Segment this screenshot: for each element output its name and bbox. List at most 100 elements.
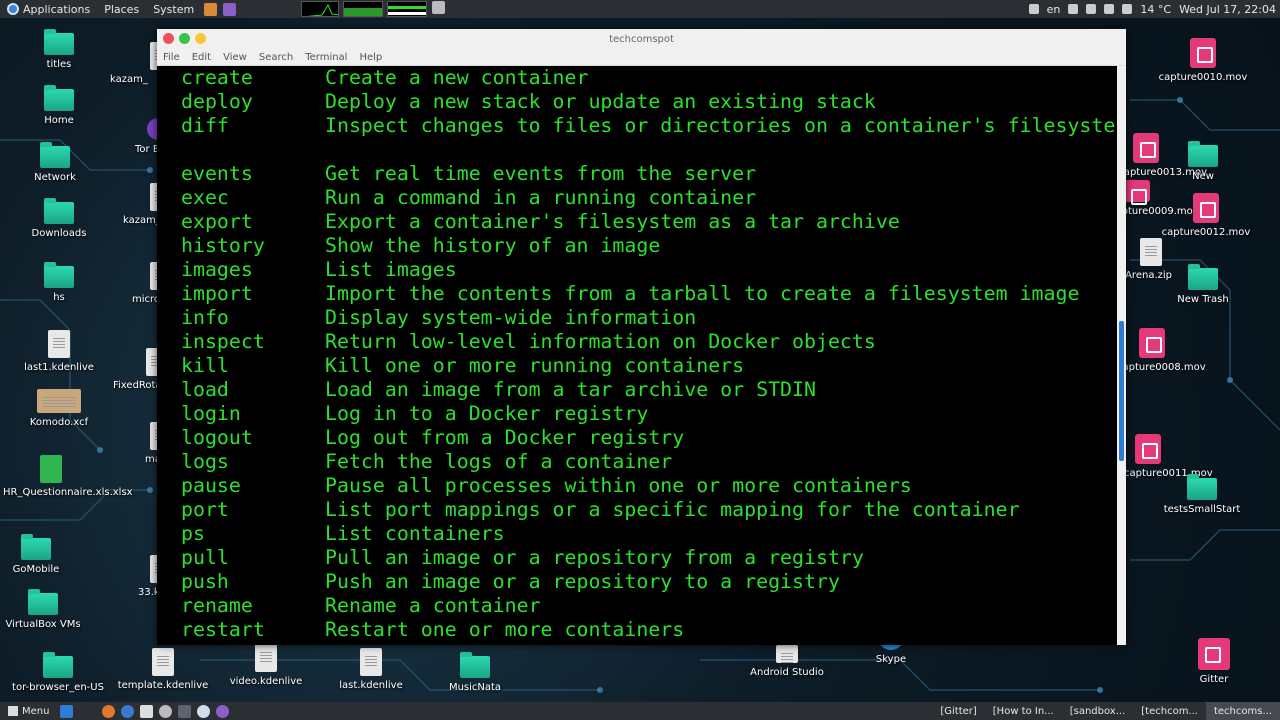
desktop-icon[interactable]: Downloads [11, 198, 107, 239]
keyboard-icon[interactable] [1028, 4, 1039, 14]
terminal-output[interactable]: create Create a new container deploy Deploy… [157, 66, 1126, 645]
system-tray: en 14 °C Wed Jul 17, 22:04 [1028, 3, 1280, 16]
menu-file[interactable]: File [163, 52, 180, 63]
files-icon[interactable] [140, 704, 154, 718]
desktop-icon[interactable]: video.kdenlive [218, 644, 314, 687]
folder-icon [44, 262, 74, 288]
desktop-icon[interactable]: MusicNata [427, 652, 523, 693]
menu-help[interactable]: Help [359, 52, 382, 63]
language-indicator[interactable]: en [1047, 3, 1061, 16]
task-terminal-active[interactable]: techcoms... [1205, 702, 1280, 720]
tor-launcher-icon[interactable] [223, 2, 237, 16]
desktop-icon[interactable]: GoMobile [0, 534, 84, 575]
command-name: history [181, 234, 265, 257]
menu-edit[interactable]: Edit [192, 52, 211, 63]
desktop-icon[interactable]: testsSmallStart [1154, 474, 1250, 515]
desktop-icon[interactable]: HR_Questionnaire.xls.xlsx [3, 455, 133, 498]
desktop-icon[interactable]: last.kdenlive [323, 648, 419, 691]
spreadsheet-icon [40, 455, 62, 483]
task-browser[interactable]: [How to In... [985, 702, 1062, 720]
home-folder-icon [44, 85, 74, 111]
command-name: export [181, 210, 253, 233]
browser-icon[interactable] [121, 704, 135, 718]
terminal-titlebar[interactable]: techcomspot [157, 29, 1126, 49]
menu-search[interactable]: Search [259, 52, 293, 63]
task-gitter[interactable]: [Gitter] [932, 702, 984, 720]
applications-menu[interactable]: Applications [0, 3, 97, 16]
terminal-line: images List images [181, 258, 1126, 282]
command-name: deploy [181, 90, 253, 113]
task-techcom[interactable]: [techcom... [1133, 702, 1206, 720]
command-name: images [181, 258, 253, 281]
firefox-icon[interactable] [102, 704, 116, 718]
desktop-icon-label: Gitter [1199, 674, 1229, 685]
desktop-icon-label: tor-browser_en-US [12, 682, 104, 693]
archive-icon [1140, 238, 1162, 266]
desktop-icon[interactable]: Komodo.xcf [11, 389, 107, 428]
network-icon [40, 142, 70, 168]
desktop-icon[interactable]: hs [11, 262, 107, 303]
volume-icon[interactable] [1086, 4, 1097, 14]
settings-icon[interactable] [159, 704, 173, 718]
desktop-icon[interactable]: tor-browser_en-US [10, 652, 106, 693]
terminal-line: logout Log out from a Docker registry [181, 426, 1126, 450]
desktop-icon[interactable]: template.kdenlive [115, 648, 211, 691]
desktop-icon[interactable]: New Trash [1155, 264, 1251, 305]
desktop-icon[interactable]: last1.kdenlive [11, 330, 107, 373]
firefox-launcher-icon[interactable] [204, 2, 218, 16]
desktop-icon[interactable]: VirtualBox VMs [0, 589, 91, 630]
desktop-icon[interactable]: Home [11, 85, 107, 126]
show-desktop-icon[interactable] [60, 704, 74, 718]
terminal-icon[interactable] [178, 704, 192, 718]
weather-label[interactable]: 14 °C [1140, 3, 1171, 16]
terminal-scrollbar[interactable] [1117, 66, 1126, 645]
places-menu[interactable]: Places [97, 3, 146, 16]
command-name: login [181, 402, 241, 425]
desktop-icon[interactable]: capture0012.mov [1158, 193, 1254, 238]
close-window-button[interactable] [163, 33, 174, 44]
battery-icon[interactable] [1104, 4, 1115, 14]
cpu-graph-icon [301, 1, 340, 17]
maximize-window-button[interactable] [179, 33, 190, 44]
command-description: Get real time events from the server [325, 162, 757, 185]
command-name: pause [181, 474, 241, 497]
desktop-icon[interactable]: Network [7, 142, 103, 183]
task-sandbox[interactable]: [sandbox... [1062, 702, 1134, 720]
desktop-icon[interactable]: titles [11, 29, 107, 70]
folder-icon [43, 652, 73, 678]
desktop-icon[interactable]: Gitter [1166, 638, 1262, 685]
network-tool-icon[interactable] [197, 704, 211, 718]
command-description: Log in to a Docker registry [325, 402, 649, 425]
video-file-icon [1124, 180, 1150, 205]
folder-icon [44, 29, 74, 55]
memory-graph-icon [343, 1, 384, 17]
image-thumbnail-icon [37, 389, 81, 413]
desktop-icon[interactable]: capture0008.mov [1117, 328, 1206, 373]
desktop-icon[interactable]: New [1155, 141, 1251, 182]
desktop-icon[interactable]: capture0010.mov [1155, 38, 1251, 83]
menu-button[interactable]: Menu [0, 702, 57, 720]
command-description: Inspect changes to files or directories … [325, 114, 1116, 137]
minimize-window-button[interactable] [195, 33, 206, 44]
folder-icon [460, 652, 490, 678]
terminal-line: history Show the history of an image [181, 234, 1126, 258]
system-menu[interactable]: System [146, 3, 201, 16]
command-name: load [181, 378, 229, 401]
command-name: info [181, 306, 229, 329]
menu-view[interactable]: View [223, 52, 247, 63]
scrollbar-thumb[interactable] [1119, 321, 1124, 461]
terminal-line: exec Run a command in a running container [181, 186, 1126, 210]
window-controls [163, 33, 206, 44]
desktop-icon[interactable]: capture0011.mov [1124, 434, 1213, 479]
menu-terminal[interactable]: Terminal [305, 52, 347, 63]
desktop-icon-label: Komodo.xcf [29, 417, 89, 428]
wifi-icon[interactable] [1068, 4, 1079, 14]
clock[interactable]: Wed Jul 17, 22:04 [1179, 3, 1276, 16]
command-name: port [181, 498, 229, 521]
shield-icon[interactable] [432, 1, 446, 14]
tor-icon[interactable] [216, 704, 230, 718]
command-name: events [181, 162, 253, 185]
command-name: diff [181, 114, 229, 137]
terminal-window[interactable]: techcomspot File Edit View Search Termin… [157, 29, 1126, 645]
desktop-icon[interactable]: Android Studio [739, 645, 835, 678]
